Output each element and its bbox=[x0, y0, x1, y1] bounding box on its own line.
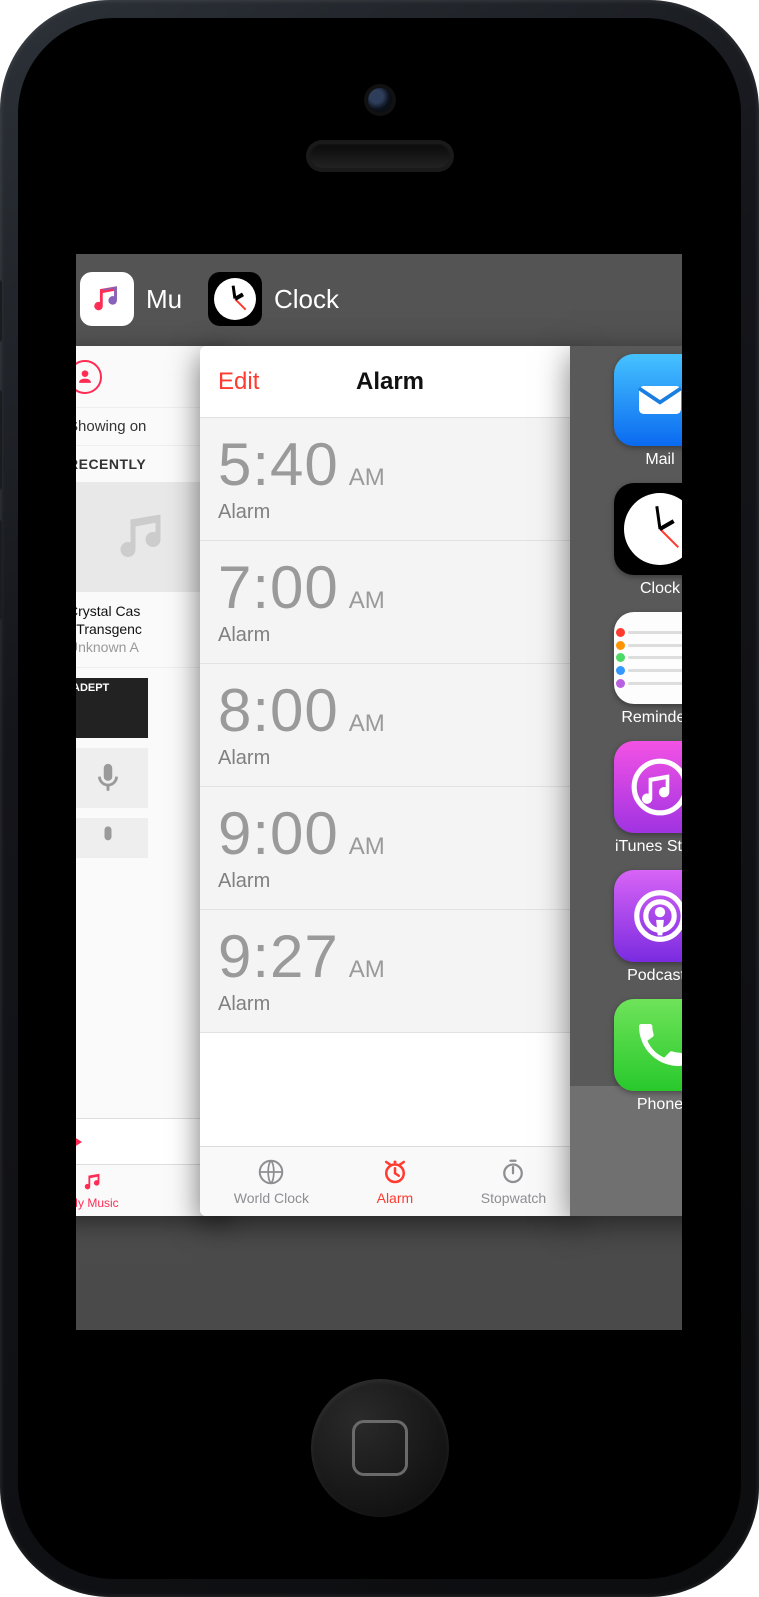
mail-icon bbox=[614, 354, 682, 446]
mute-switch[interactable] bbox=[0, 280, 2, 342]
earpiece-speaker bbox=[310, 144, 450, 168]
phone-icon bbox=[614, 999, 682, 1091]
album-art-placeholder[interactable] bbox=[76, 482, 218, 592]
home-app-clock[interactable]: Clock bbox=[570, 483, 682, 598]
alarm-time: 7:00 bbox=[218, 553, 339, 622]
app-card-clock[interactable]: Edit Alarm 5:40 AM Alarm 7:00 AM Alarm 8:0… bbox=[200, 346, 580, 1216]
home-app-podcasts[interactable]: Podcasts bbox=[570, 870, 682, 985]
home-app-phone[interactable]: Phone bbox=[570, 999, 682, 1114]
play-icon[interactable] bbox=[76, 1133, 82, 1151]
track-artist: Unknown A bbox=[76, 638, 218, 656]
page-title: Alarm bbox=[356, 368, 424, 396]
app-label: Podcasts bbox=[627, 967, 682, 985]
clock-navbar: Edit Alarm bbox=[200, 346, 580, 418]
home-app-itunes[interactable]: iTunes Store bbox=[570, 741, 682, 856]
reminders-icon bbox=[614, 612, 682, 704]
itunes-store-icon bbox=[614, 741, 682, 833]
alarm-label: Alarm bbox=[218, 747, 562, 770]
tab-label: My Music bbox=[76, 1196, 119, 1210]
app-label: Phone bbox=[637, 1096, 682, 1114]
alarm-ampm: AM bbox=[349, 464, 385, 492]
alarm-ampm: AM bbox=[349, 710, 385, 738]
screen: Mu Clock Showing on RECENTLY bbox=[76, 254, 682, 1330]
alarm-ampm: AM bbox=[349, 956, 385, 984]
alarm-list[interactable]: 5:40 AM Alarm 7:00 AM Alarm 8:00 AM Alarm 9… bbox=[200, 418, 580, 1033]
microphone-icon[interactable] bbox=[76, 748, 148, 808]
iphone-frame: Mu Clock Showing on RECENTLY bbox=[0, 0, 759, 1597]
app-label: Reminders bbox=[621, 709, 682, 727]
alarm-label: Alarm bbox=[218, 501, 562, 524]
tab-label: Alarm bbox=[377, 1190, 414, 1206]
volume-up-button[interactable] bbox=[0, 390, 2, 490]
album-thumb-adept[interactable]: ADEPT bbox=[76, 678, 148, 738]
alarm-row[interactable]: 5:40 AM Alarm bbox=[200, 418, 580, 541]
track-subtitle: - Transgenc bbox=[76, 620, 218, 638]
volume-down-button[interactable] bbox=[0, 520, 2, 620]
alarm-label: Alarm bbox=[218, 624, 562, 647]
home-button[interactable] bbox=[311, 1379, 449, 1517]
alarm-time: 9:27 bbox=[218, 922, 339, 991]
switcher-card-header-clock: Clock bbox=[208, 272, 339, 326]
clock-tab-bar: World Clock Alarm Stopwatch bbox=[200, 1146, 580, 1216]
switcher-card-header-music: Mu bbox=[80, 272, 182, 326]
track-title: Crystal Cas bbox=[76, 602, 218, 620]
clock-app-icon bbox=[208, 272, 262, 326]
tab-alarm[interactable]: Alarm bbox=[377, 1157, 414, 1206]
home-app-mail[interactable]: Mail bbox=[570, 354, 682, 469]
alarm-row[interactable]: 8:00 AM Alarm bbox=[200, 664, 580, 787]
app-label: Clock bbox=[640, 580, 680, 598]
app-card-home[interactable]: Mail Clock Reminders bbox=[570, 346, 682, 1216]
profile-icon[interactable] bbox=[76, 360, 102, 394]
alarm-time: 9:00 bbox=[218, 799, 339, 868]
home-app-reminders[interactable]: Reminders bbox=[570, 612, 682, 727]
alarm-label: Alarm bbox=[218, 870, 562, 893]
tab-world-clock[interactable]: World Clock bbox=[234, 1157, 309, 1206]
alarm-ampm: AM bbox=[349, 587, 385, 615]
app-label: iTunes Store bbox=[615, 838, 682, 856]
alarm-ampm: AM bbox=[349, 833, 385, 861]
switcher-card-label: Clock bbox=[274, 284, 339, 315]
front-camera bbox=[368, 88, 392, 112]
alarm-row[interactable]: 9:27 AM Alarm bbox=[200, 910, 580, 1033]
tab-stopwatch[interactable]: Stopwatch bbox=[481, 1157, 546, 1206]
app-label: Mail bbox=[645, 451, 674, 469]
alarm-time: 5:40 bbox=[218, 430, 339, 499]
music-app-icon bbox=[80, 272, 134, 326]
tab-label: Stopwatch bbox=[481, 1190, 546, 1206]
podcasts-icon bbox=[614, 870, 682, 962]
alarm-label: Alarm bbox=[218, 993, 562, 1016]
switcher-card-label: Mu bbox=[146, 284, 182, 315]
clock-icon bbox=[614, 483, 682, 575]
edit-button[interactable]: Edit bbox=[218, 368, 259, 396]
tab-my-music[interactable]: My Music bbox=[76, 1171, 119, 1210]
tab-label: World Clock bbox=[234, 1190, 309, 1206]
alarm-row[interactable]: 9:00 AM Alarm bbox=[200, 787, 580, 910]
microphone-icon[interactable] bbox=[76, 818, 148, 858]
alarm-time: 8:00 bbox=[218, 676, 339, 745]
alarm-row[interactable]: 7:00 AM Alarm bbox=[200, 541, 580, 664]
